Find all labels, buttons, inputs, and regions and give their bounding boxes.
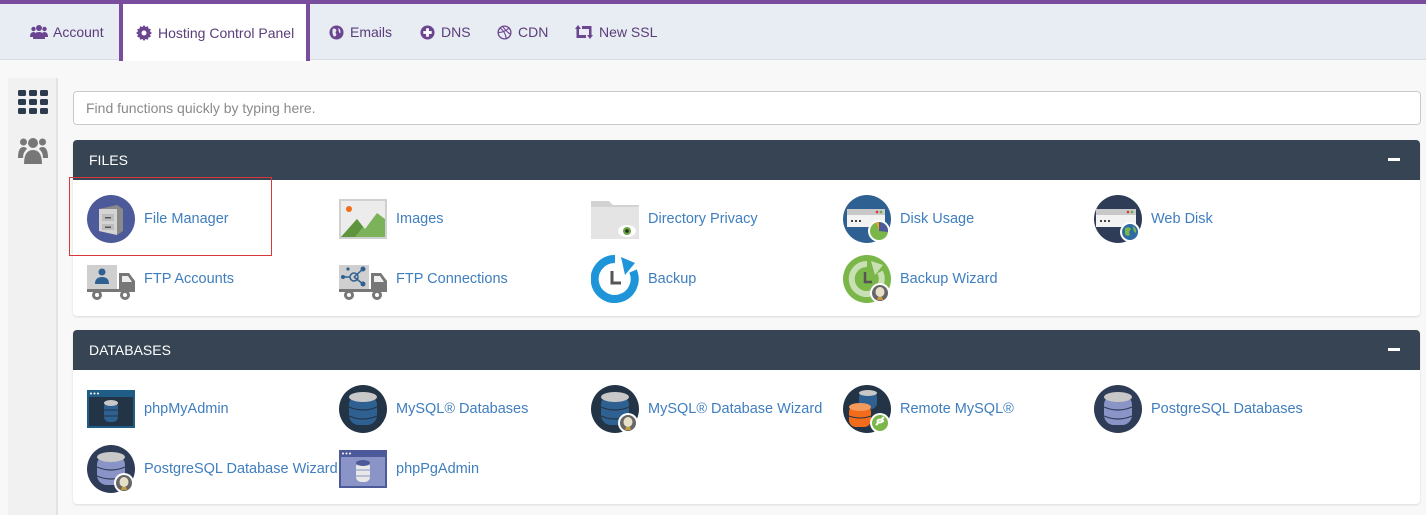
tab-label: Emails [350, 24, 393, 40]
tab-label: Account [53, 24, 104, 40]
item-label: MySQL® Database Wizard [648, 401, 823, 417]
item-label: Backup Wizard [900, 271, 998, 287]
postgresql-wizard-icon [87, 445, 135, 493]
item-label: FTP Connections [396, 271, 508, 287]
tab-label: DNS [441, 24, 471, 40]
item-label: Web Disk [1151, 211, 1213, 227]
backup-icon [591, 255, 639, 303]
sidebar [8, 78, 58, 515]
item-web-disk[interactable]: Web Disk [1094, 194, 1213, 244]
item-mysql-databases[interactable]: MySQL® Databases [339, 384, 528, 434]
directory-privacy-icon [591, 201, 639, 239]
grid-icon[interactable] [17, 86, 49, 118]
item-label: Remote MySQL® [900, 401, 1014, 417]
item-ftp-accounts[interactable]: FTP Accounts [87, 254, 234, 304]
files-panel-header[interactable]: FILES [73, 140, 1420, 180]
top-navigation: Account Hosting Control Panel Emails DNS… [0, 4, 1426, 61]
phpmyadmin-icon [87, 390, 135, 428]
item-label: Directory Privacy [648, 211, 758, 227]
disk-usage-icon [843, 195, 891, 243]
item-phppgadmin[interactable]: phpPgAdmin [339, 444, 479, 494]
dribbble-icon [495, 23, 513, 41]
retweet-icon [574, 23, 594, 41]
databases-panel: DATABASES phpMyAdmin MySQL® Databases My… [73, 330, 1420, 504]
file-manager-icon [87, 195, 135, 243]
item-images[interactable]: Images [339, 194, 444, 244]
item-label: FTP Accounts [144, 271, 234, 287]
tab-new-ssl[interactable]: New SSL [574, 4, 657, 60]
item-postgresql-databases[interactable]: PostgreSQL Databases [1094, 384, 1303, 434]
remote-mysql-icon [843, 385, 891, 433]
files-panel: FILES File Manager Images Directory Priv… [73, 140, 1420, 316]
item-label: Disk Usage [900, 211, 975, 227]
item-backup-wizard[interactable]: Backup Wizard [843, 254, 998, 304]
item-label: phpMyAdmin [144, 401, 229, 417]
ftp-accounts-icon [87, 265, 135, 300]
backup-wizard-icon [843, 255, 891, 303]
search-input[interactable] [73, 91, 1421, 125]
item-label: File Manager [144, 211, 229, 227]
web-disk-icon [1094, 195, 1142, 243]
tab-dns[interactable]: DNS [418, 4, 471, 60]
plus-circle-icon [418, 23, 436, 41]
item-disk-usage[interactable]: Disk Usage [843, 194, 974, 244]
mysql-databases-icon [339, 385, 387, 433]
users-icon[interactable] [17, 134, 49, 166]
tab-emails[interactable]: Emails [327, 4, 392, 60]
item-phpmyadmin[interactable]: phpMyAdmin [87, 384, 229, 434]
mysql-wizard-icon [591, 385, 639, 433]
collapse-icon[interactable] [1388, 348, 1400, 351]
item-ftp-connections[interactable]: FTP Connections [339, 254, 508, 304]
users-icon [30, 23, 48, 41]
item-label: PostgreSQL Database Wizard [144, 461, 338, 477]
tab-label: New SSL [599, 24, 658, 40]
databases-panel-header[interactable]: DATABASES [73, 330, 1420, 370]
tab-cdn[interactable]: CDN [495, 4, 548, 60]
item-mysql-database-wizard[interactable]: MySQL® Database Wizard [591, 384, 822, 434]
tab-label: Hosting Control Panel [158, 24, 295, 41]
tab-account[interactable]: Account [30, 4, 104, 60]
globe-icon [327, 23, 345, 41]
item-label: PostgreSQL Databases [1151, 401, 1303, 417]
collapse-icon[interactable] [1388, 158, 1400, 161]
images-icon [339, 199, 387, 239]
tab-label: CDN [518, 24, 549, 40]
phppgadmin-icon [339, 450, 387, 488]
item-postgresql-database-wizard[interactable]: PostgreSQL Database Wizard [87, 444, 338, 494]
item-backup[interactable]: Backup [591, 254, 696, 304]
item-label: Backup [648, 271, 697, 287]
gear-icon [135, 24, 153, 42]
item-remote-mysql[interactable]: Remote MySQL® [843, 384, 1014, 434]
item-label: MySQL® Databases [396, 401, 529, 417]
item-label: phpPgAdmin [396, 461, 480, 477]
section-title: FILES [89, 152, 128, 168]
ftp-connections-icon [339, 265, 387, 300]
item-directory-privacy[interactable]: Directory Privacy [591, 194, 758, 244]
section-title: DATABASES [89, 342, 171, 358]
item-file-manager[interactable]: File Manager [87, 194, 229, 244]
item-label: Images [396, 211, 444, 227]
postgresql-databases-icon [1094, 385, 1142, 433]
tab-hosting-control-panel[interactable]: Hosting Control Panel [119, 4, 311, 61]
